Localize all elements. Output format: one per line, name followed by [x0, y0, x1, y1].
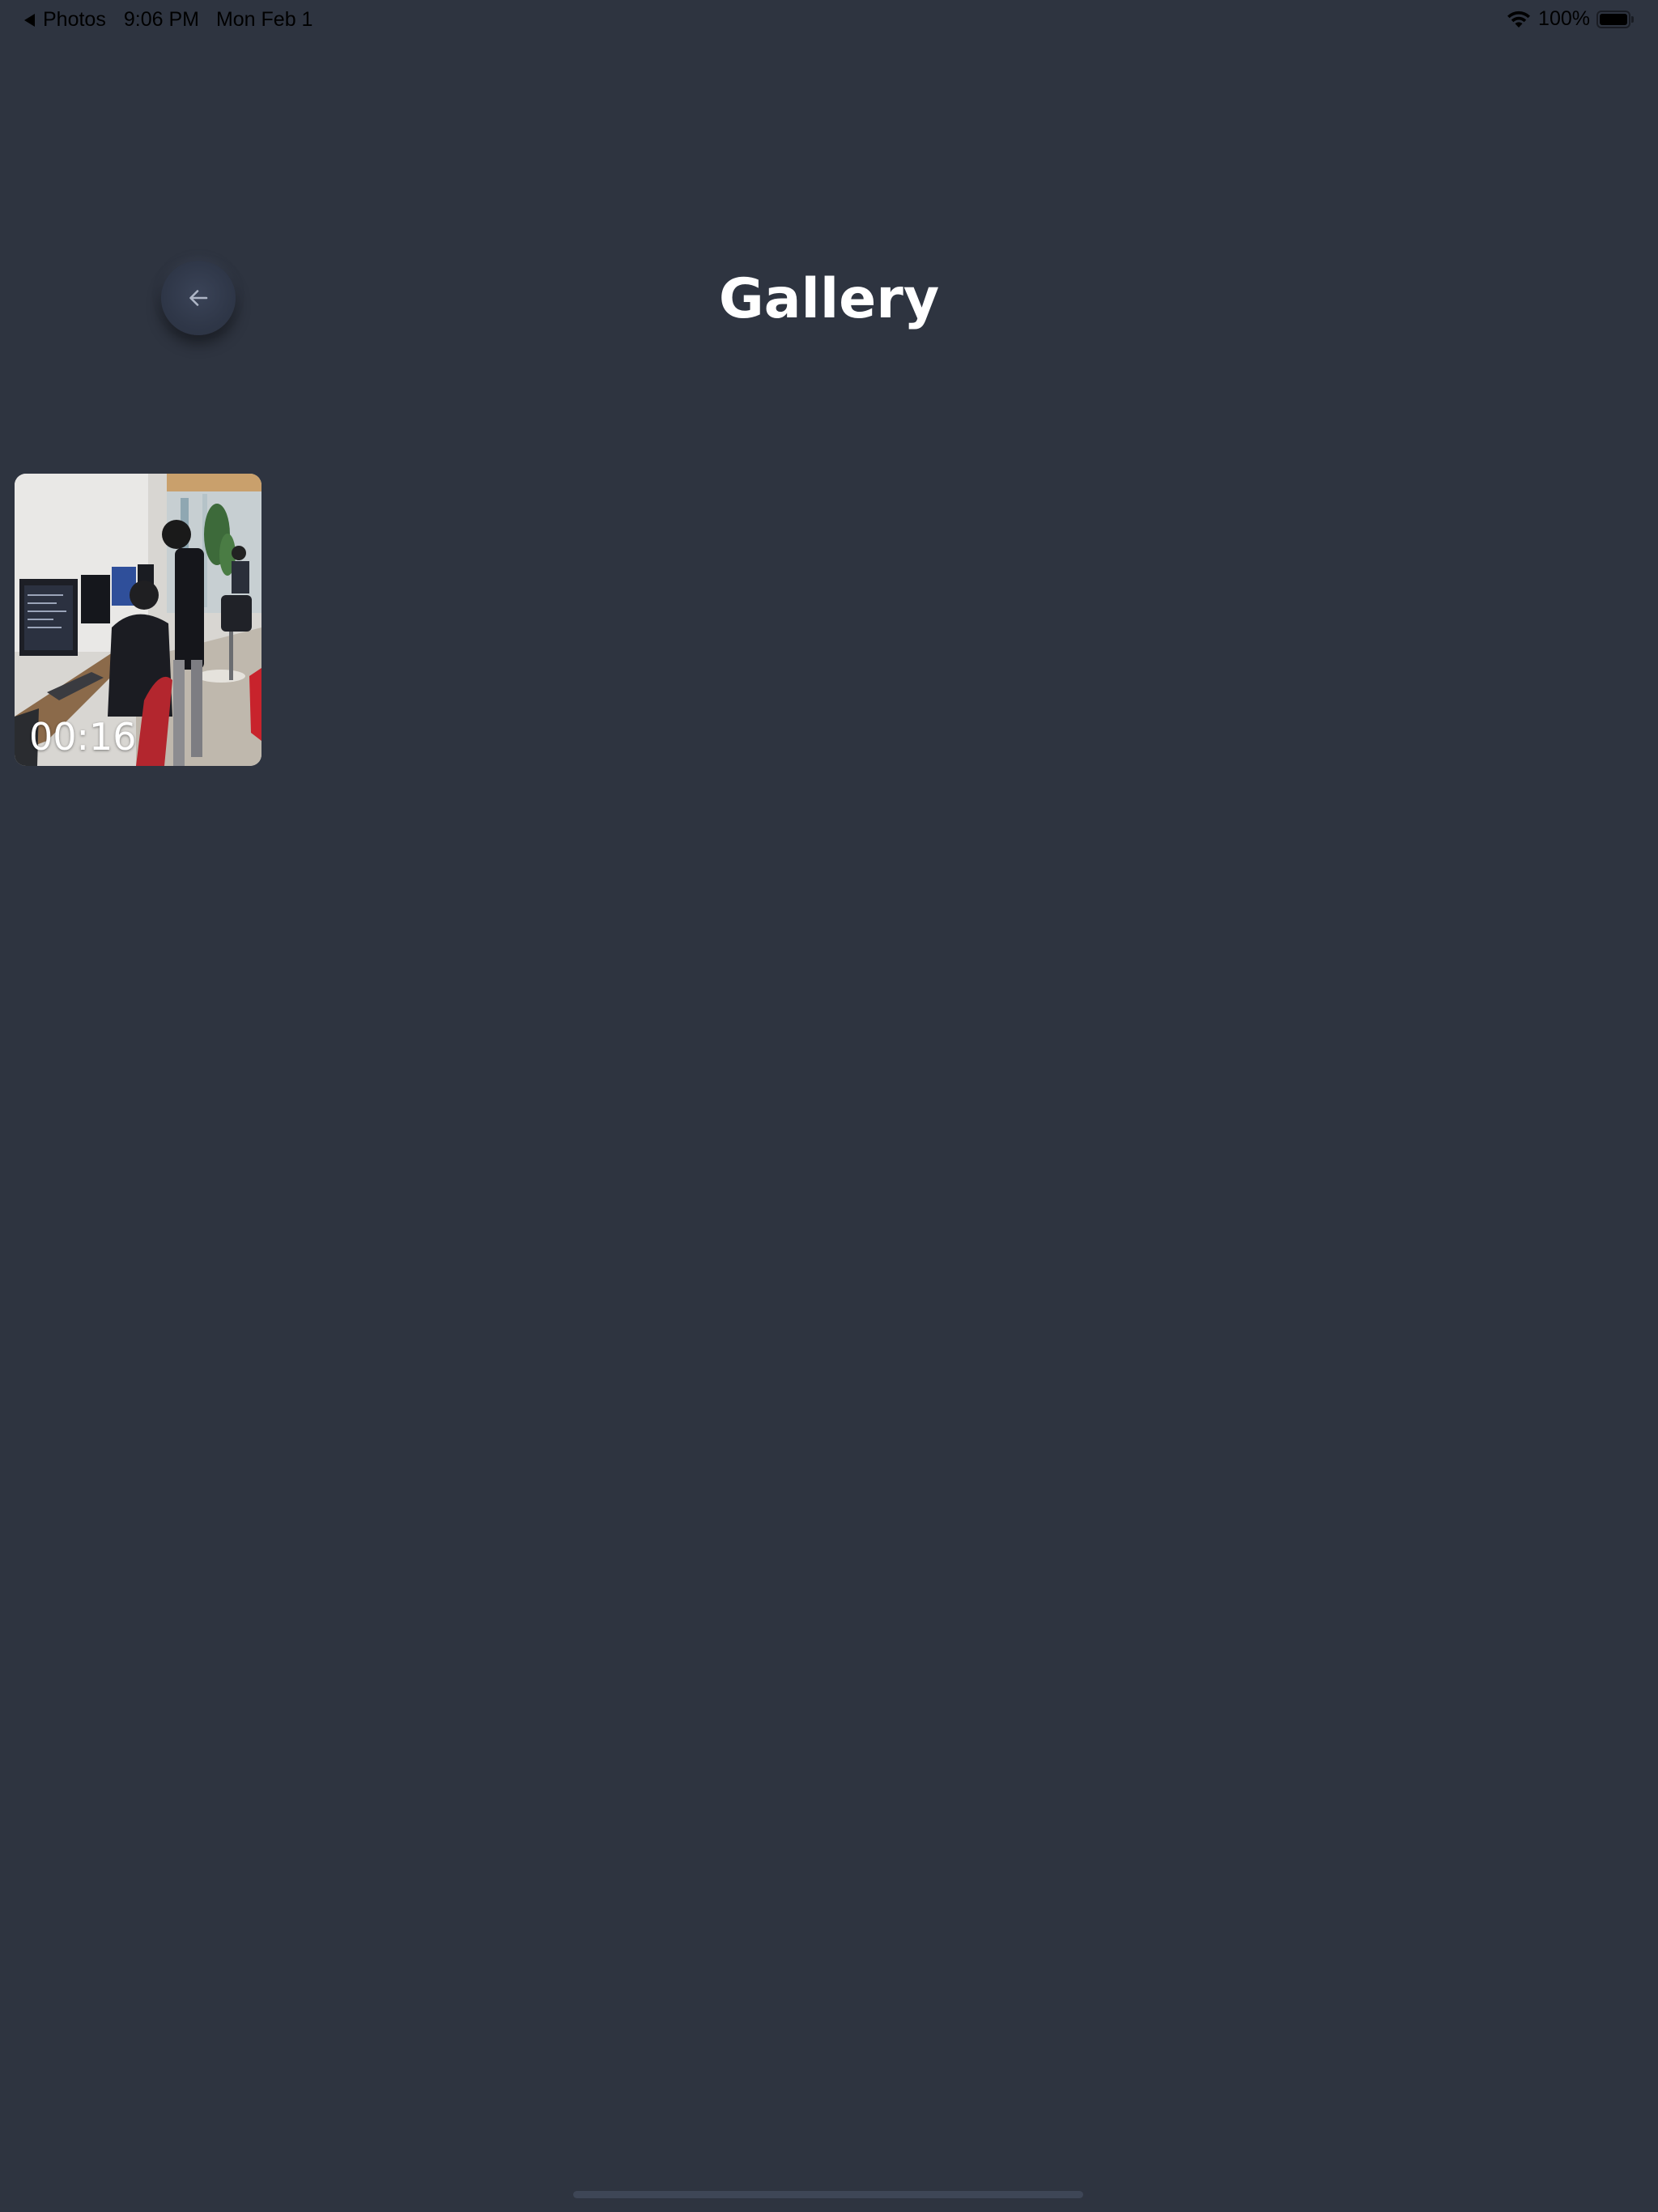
status-date: Mon Feb 1 — [215, 8, 313, 31]
battery-fill — [1600, 13, 1627, 25]
video-thumbnail-tile[interactable]: 00:16 — [15, 474, 261, 766]
video-duration-label: 00:16 — [29, 715, 137, 759]
home-indicator[interactable] — [573, 2191, 1083, 2198]
gallery-grid: 00:16 — [15, 474, 261, 766]
status-bar: Photos 9:06 PM Mon Feb 1 100% — [0, 0, 1658, 39]
battery-percent: 100% — [1538, 7, 1590, 30]
status-left: Photos 9:06 PM Mon Feb 1 — [24, 8, 312, 32]
wifi-icon — [1507, 11, 1531, 28]
back-to-app-icon[interactable] — [24, 13, 35, 27]
status-right: 100% — [1506, 7, 1634, 31]
back-to-app-label[interactable]: Photos — [43, 8, 106, 32]
page-title: Gallery — [718, 267, 940, 331]
status-time: 9:06 PM — [123, 8, 199, 31]
battery-icon — [1596, 10, 1634, 28]
